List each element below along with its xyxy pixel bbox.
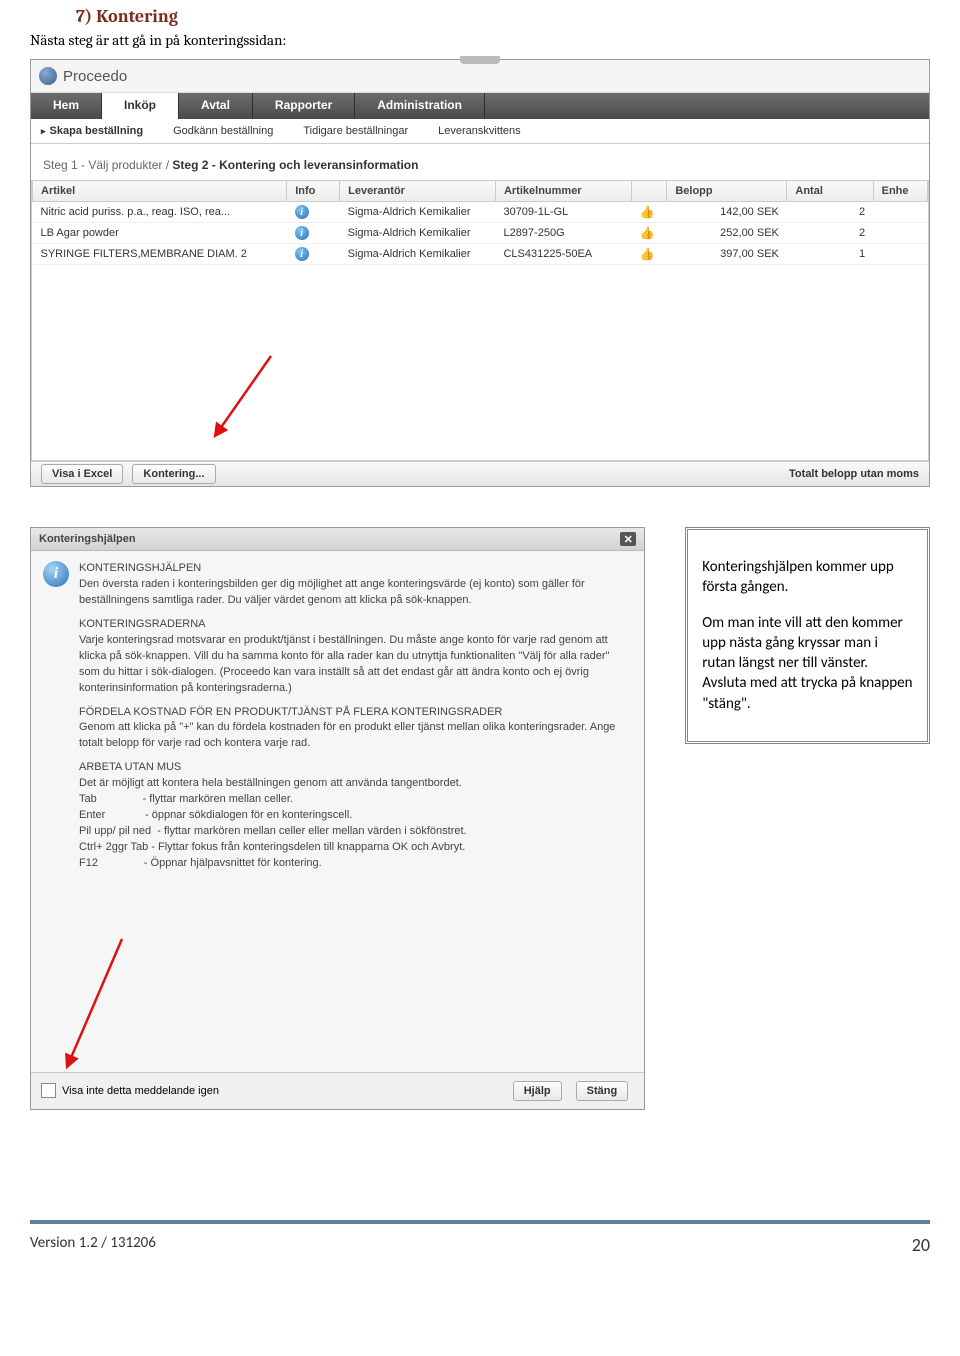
- cell-info[interactable]: i: [287, 223, 340, 244]
- cell-artikelnummer: L2897-250G: [495, 223, 631, 244]
- cell-enhet: [873, 202, 927, 223]
- cell-info[interactable]: i: [287, 244, 340, 265]
- col-leverantor[interactable]: Leverantör: [340, 181, 496, 202]
- cell-antal: 2: [787, 202, 873, 223]
- app-logo-icon: [39, 67, 57, 85]
- cell-artikelnummer: CLS431225-50EA: [495, 244, 631, 265]
- cell-belopp: 252,00 SEK: [667, 223, 787, 244]
- info-icon: i: [43, 561, 69, 587]
- thumb-up-icon[interactable]: 👍: [640, 247, 652, 259]
- info-icon[interactable]: i: [295, 205, 309, 219]
- thumb-up-icon[interactable]: 👍: [640, 205, 652, 217]
- submenu-godkann[interactable]: Godkänn beställning: [173, 125, 273, 137]
- table-row[interactable]: LB Agar powder i Sigma-Aldrich KemikalierL…: [33, 223, 928, 244]
- cell-enhet: [873, 223, 927, 244]
- col-info[interactable]: Info: [287, 181, 340, 202]
- intro-text: Nästa steg är att gå in på konteringssid…: [30, 31, 930, 49]
- menu-administration[interactable]: Administration: [355, 93, 485, 119]
- cell-info[interactable]: i: [287, 202, 340, 223]
- visa-excel-button[interactable]: Visa i Excel: [41, 464, 123, 484]
- dont-show-again-checkbox[interactable]: Visa inte detta meddelande igen: [41, 1083, 219, 1098]
- thumb-up-icon[interactable]: 👍: [640, 226, 652, 238]
- cell-leverantor: Sigma-Aldrich Kemikalier: [340, 202, 496, 223]
- main-menu: Hem Inköp Avtal Rapporter Administration: [31, 93, 929, 119]
- cell-leverantor: Sigma-Aldrich Kemikalier: [340, 223, 496, 244]
- step-breadcrumb: Steg 1 - Välj produkter / Steg 2 - Konte…: [31, 144, 929, 180]
- cell-leverantor: Sigma-Aldrich Kemikalier: [340, 244, 496, 265]
- callout-box: Konteringshjälpen kommer upp första gång…: [685, 527, 930, 744]
- sub-menu: Skapa beställning Godkänn beställning Ti…: [31, 119, 929, 144]
- hjalp-button[interactable]: Hjälp: [513, 1081, 562, 1101]
- dialog-close-button[interactable]: ✕: [620, 532, 636, 546]
- page-number: 20: [912, 1234, 930, 1256]
- footer-version: Version 1.2 / 131206: [30, 1234, 156, 1256]
- submenu-leverans[interactable]: Leveranskvittens: [438, 125, 521, 137]
- window-grip-icon: [460, 56, 500, 64]
- cell-thumb[interactable]: 👍: [632, 202, 667, 223]
- page-footer: Version 1.2 / 131206 20: [30, 1220, 930, 1276]
- submenu-tidigare[interactable]: Tidigare beställningar: [303, 125, 408, 137]
- cell-thumb[interactable]: 👍: [632, 223, 667, 244]
- cell-antal: 2: [787, 223, 873, 244]
- col-enhet[interactable]: Enhe: [873, 181, 927, 202]
- col-belopp[interactable]: Belopp: [667, 181, 787, 202]
- menu-rapporter[interactable]: Rapporter: [253, 93, 355, 119]
- col-antal[interactable]: Antal: [787, 181, 873, 202]
- cell-belopp: 142,00 SEK: [667, 202, 787, 223]
- total-label: Totalt belopp utan moms: [789, 468, 919, 480]
- stang-button[interactable]: Stäng: [576, 1081, 629, 1101]
- cell-artikelnummer: 30709-1L-GL: [495, 202, 631, 223]
- section-heading: 7) Kontering: [76, 6, 930, 27]
- dialog-title: Konteringshjälpen: [39, 533, 136, 545]
- col-thumb[interactable]: [632, 181, 667, 202]
- product-table: Artikel Info Leverantör Artikelnummer Be…: [32, 180, 928, 265]
- info-icon[interactable]: i: [295, 247, 309, 261]
- menu-inkop[interactable]: Inköp: [102, 93, 179, 119]
- checkbox-icon[interactable]: [41, 1083, 56, 1098]
- cell-artikel: SYRINGE FILTERS,MEMBRANE DIAM. 2: [33, 244, 287, 265]
- app-name: Proceedo: [63, 68, 127, 85]
- callout-p2: Om man inte vill att den kommer upp näst…: [702, 613, 913, 714]
- table-row[interactable]: Nitric acid puriss. p.a., reag. ISO, rea…: [33, 202, 928, 223]
- cell-artikel: Nitric acid puriss. p.a., reag. ISO, rea…: [33, 202, 287, 223]
- callout-p1: Konteringshjälpen kommer upp första gång…: [702, 557, 913, 598]
- proceedo-screenshot: Proceedo Hem Inköp Avtal Rapporter Admin…: [30, 59, 930, 487]
- cell-enhet: [873, 244, 927, 265]
- col-artikelnummer[interactable]: Artikelnummer: [495, 181, 631, 202]
- cell-antal: 1: [787, 244, 873, 265]
- konteringshjalpen-dialog: Konteringshjälpen ✕ i KONTERINGSHJÄLPEN …: [30, 527, 645, 1110]
- kontering-button[interactable]: Kontering...: [132, 464, 215, 484]
- info-icon[interactable]: i: [295, 226, 309, 240]
- cell-belopp: 397,00 SEK: [667, 244, 787, 265]
- menu-avtal[interactable]: Avtal: [179, 93, 253, 119]
- table-row[interactable]: SYRINGE FILTERS,MEMBRANE DIAM. 2 i Sigma-A…: [33, 244, 928, 265]
- col-artikel[interactable]: Artikel: [33, 181, 287, 202]
- table-footer-bar: Visa i Excel Kontering... Totalt belopp …: [31, 461, 929, 486]
- menu-hem[interactable]: Hem: [31, 93, 102, 119]
- submenu-skapa[interactable]: Skapa beställning: [41, 125, 143, 137]
- cell-artikel: LB Agar powder: [33, 223, 287, 244]
- dialog-text-content: KONTERINGSHJÄLPEN Den översta raden i ko…: [79, 561, 632, 872]
- cell-thumb[interactable]: 👍: [632, 244, 667, 265]
